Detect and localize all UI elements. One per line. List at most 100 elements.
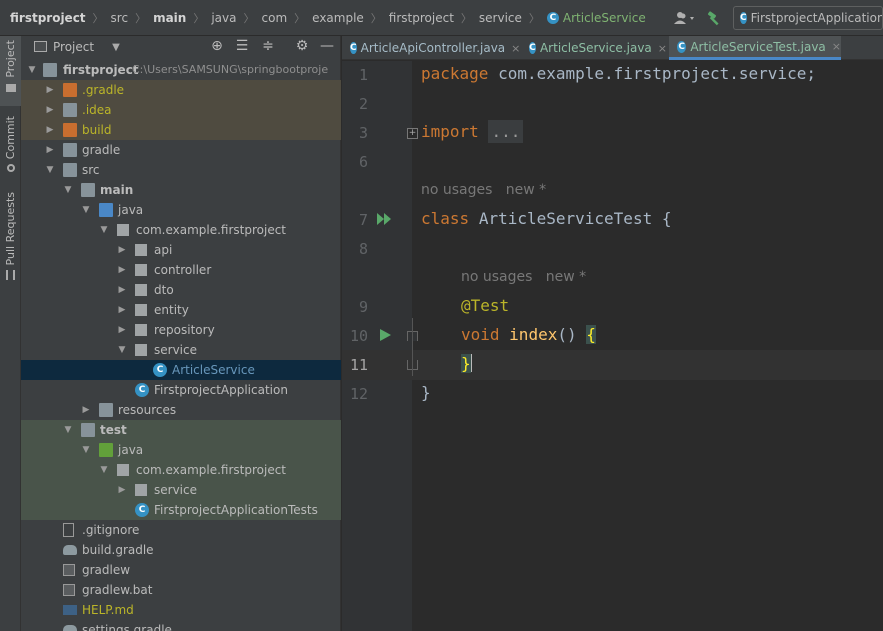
- tree-row-service[interactable]: ▼ service: [21, 340, 341, 360]
- tree-row-test-service[interactable]: ▶ service: [21, 480, 341, 500]
- chevron-down-icon[interactable]: ▼: [27, 60, 37, 80]
- script-file-icon: [63, 564, 75, 576]
- chevron-down-icon[interactable]: ▼: [112, 42, 120, 53]
- chevron-right-icon[interactable]: ▶: [45, 140, 55, 160]
- chevron-right-icon[interactable]: ▶: [117, 280, 127, 300]
- tree-row-gradle[interactable]: ▶ gradle: [21, 140, 341, 160]
- chevron-down-icon[interactable]: ▼: [99, 220, 109, 240]
- crumb-src[interactable]: src: [111, 11, 129, 25]
- run-configuration-select[interactable]: C FirstprojectApplication: [733, 6, 883, 30]
- run-test-icon[interactable]: [378, 328, 392, 342]
- tree-row-test[interactable]: ▼ test: [21, 420, 341, 440]
- tree-row-help-md[interactable]: HELP.md: [21, 600, 341, 620]
- tree-row-repository[interactable]: ▶ repository: [21, 320, 341, 340]
- fold-expand-icon[interactable]: +: [407, 128, 418, 139]
- crumb-firstproject-pkg[interactable]: firstproject: [389, 11, 454, 25]
- chevron-right-icon[interactable]: ▶: [45, 80, 55, 100]
- tree-row-idea[interactable]: ▶ .idea: [21, 100, 341, 120]
- user-account-button[interactable]: [671, 7, 699, 29]
- tree-row-gitignore[interactable]: .gitignore: [21, 520, 341, 540]
- chevron-right-icon[interactable]: ▶: [117, 480, 127, 500]
- tree-row-build-gradle[interactable]: build.gradle: [21, 540, 341, 560]
- tree-row-test-java[interactable]: ▼ java: [21, 440, 341, 460]
- class-icon: C: [350, 42, 357, 54]
- tree-row-articleservice[interactable]: C ArticleService: [21, 360, 341, 380]
- code-editor[interactable]: [412, 61, 883, 631]
- tree-row-firstprojectapplicationtests[interactable]: C FirstprojectApplicationTests: [21, 500, 341, 520]
- class-icon: C: [153, 363, 167, 377]
- tree-row-firstproject[interactable]: ▼ firstproject C:\Users\SAMSUNG\springbo…: [21, 60, 341, 80]
- close-icon[interactable]: ×: [511, 42, 520, 55]
- tree-row-gradlew[interactable]: gradlew: [21, 560, 341, 580]
- chevron-down-icon[interactable]: ▼: [63, 420, 73, 440]
- code-vision-hint[interactable]: no usages new *: [461, 269, 586, 285]
- project-panel-header: Project ▼ ⊕ ☰ ≑ ⚙ —: [21, 36, 340, 58]
- crumb-example[interactable]: example: [312, 11, 364, 25]
- chevron-right-icon[interactable]: ▶: [117, 240, 127, 260]
- minimize-icon[interactable]: —: [319, 38, 335, 54]
- tree-row-gradlew-bat[interactable]: gradlew.bat: [21, 580, 341, 600]
- crumb-service[interactable]: service: [479, 11, 522, 25]
- code-vision-hint[interactable]: no usages new *: [421, 182, 546, 198]
- crumb-com[interactable]: com: [262, 11, 288, 25]
- chevron-right-icon[interactable]: ▶: [117, 260, 127, 280]
- tree-row-src[interactable]: ▼ src: [21, 160, 341, 180]
- chevron-right-icon[interactable]: ▶: [45, 100, 55, 120]
- user-icon: [674, 12, 694, 24]
- tree-label: service: [154, 483, 197, 497]
- tree-row-controller[interactable]: ▶ controller: [21, 260, 341, 280]
- close-icon[interactable]: ×: [832, 40, 841, 53]
- tree-row-dto[interactable]: ▶ dto: [21, 280, 341, 300]
- gitignore-file-icon: [63, 523, 74, 537]
- locate-icon[interactable]: ⊕: [209, 38, 225, 54]
- chevron-down-icon[interactable]: ▼: [63, 180, 73, 200]
- crumb-java[interactable]: java: [211, 11, 236, 25]
- chevron-right-icon[interactable]: ▶: [81, 400, 91, 420]
- chevron-down-icon[interactable]: ▼: [99, 460, 109, 480]
- tree-row-build[interactable]: ▶ build: [21, 120, 341, 140]
- code-line-1: package com.example.firstproject.service…: [421, 64, 816, 83]
- tree-label: resources: [118, 403, 177, 417]
- tab-articleapicontroller[interactable]: C ArticleApiController.java ×: [342, 36, 520, 60]
- chevron-down-icon[interactable]: ▼: [81, 440, 91, 460]
- tool-tab-project[interactable]: Project: [0, 36, 21, 106]
- tree-row-resources[interactable]: ▶ resources: [21, 400, 341, 420]
- tool-window-strip: Project Commit Pull Requests: [0, 36, 21, 631]
- tree-row-main[interactable]: ▼ main: [21, 180, 341, 200]
- tree-label: .idea: [82, 103, 112, 117]
- collapse-all-icon[interactable]: ≑: [260, 38, 276, 54]
- tree-row-gradle-dir[interactable]: ▶ .gradle: [21, 80, 341, 100]
- gear-icon[interactable]: ⚙: [294, 38, 310, 54]
- tree-row-firstprojectapplication[interactable]: C FirstprojectApplication: [21, 380, 341, 400]
- tab-articleservice[interactable]: C ArticleService.java ×: [521, 36, 667, 60]
- chevron-right-icon[interactable]: ▶: [117, 320, 127, 340]
- chevron-right-icon[interactable]: ▶: [117, 300, 127, 320]
- project-panel-title[interactable]: Project: [53, 40, 94, 54]
- tool-tab-pull-requests[interactable]: Pull Requests: [0, 188, 21, 288]
- run-class-icon[interactable]: [376, 212, 394, 226]
- chevron-right-icon[interactable]: ▶: [45, 120, 55, 140]
- crumb-firstproject[interactable]: firstproject: [10, 11, 86, 25]
- close-icon[interactable]: ×: [658, 42, 667, 55]
- method-parens: (): [557, 325, 577, 344]
- tree-row-settings-gradle[interactable]: settings.gradle: [21, 620, 341, 631]
- tree-row-entity[interactable]: ▶ entity: [21, 300, 341, 320]
- tree-label: src: [82, 163, 100, 177]
- import-fold[interactable]: ...: [488, 120, 524, 143]
- chevron-down-icon[interactable]: ▼: [117, 340, 127, 360]
- tool-tab-commit[interactable]: Commit: [0, 112, 21, 184]
- expand-all-icon[interactable]: ☰: [234, 38, 250, 54]
- annotation-test: @Test: [461, 296, 510, 315]
- tab-articleservicetest[interactable]: C ArticleServiceTest.java ×: [669, 36, 841, 60]
- chevron-down-icon[interactable]: ▼: [81, 200, 91, 220]
- test-source-folder-icon: [99, 443, 113, 457]
- chevron-down-icon[interactable]: ▼: [45, 160, 55, 180]
- tree-row-package[interactable]: ▼ com.example.firstproject: [21, 220, 341, 240]
- tree-row-test-package[interactable]: ▼ com.example.firstproject: [21, 460, 341, 480]
- crumb-articleservice[interactable]: ArticleService: [563, 11, 646, 25]
- build-hammer-button[interactable]: [703, 7, 725, 29]
- tree-row-java[interactable]: ▼ java: [21, 200, 341, 220]
- crumb-main[interactable]: main: [153, 11, 186, 25]
- tree-label: java: [118, 443, 144, 457]
- tree-row-api[interactable]: ▶ api: [21, 240, 341, 260]
